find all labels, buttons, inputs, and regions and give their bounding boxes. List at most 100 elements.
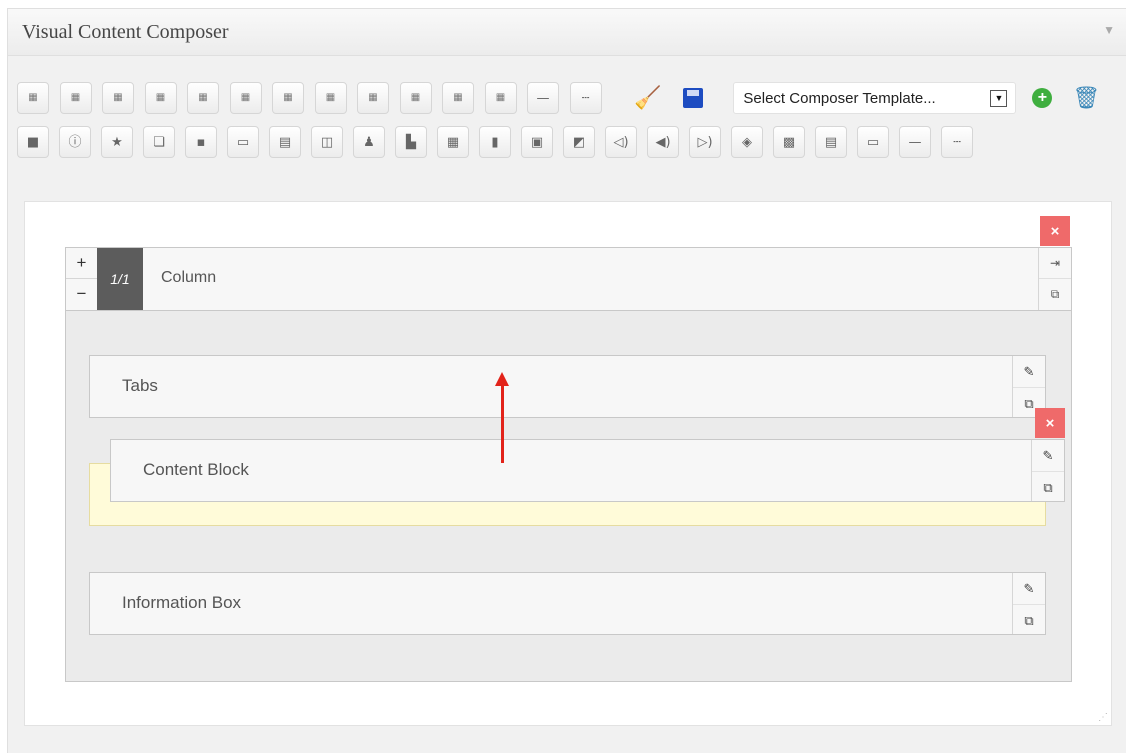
divider-dashed-icon: ┄ <box>953 134 961 150</box>
audio-left-icon: ◁) <box>613 134 629 150</box>
user-button[interactable]: ♟ <box>353 126 385 158</box>
edit-icon[interactable]: ✎ <box>1032 440 1064 472</box>
layout-5-col-button[interactable]: ▦ <box>187 82 219 114</box>
divider-solid-icon: — <box>536 90 550 106</box>
sidebar-button[interactable]: ◫ <box>311 126 343 158</box>
layout-7-col-button[interactable]: ▦ <box>272 82 304 114</box>
audio-left-button[interactable]: ◁) <box>605 126 637 158</box>
divider-solid-button[interactable]: — <box>527 82 559 114</box>
save-icon[interactable] <box>683 88 704 108</box>
block-actions: ✎ ⧉ <box>1012 573 1045 634</box>
gallery-button[interactable]: ◈ <box>731 126 763 158</box>
layout-2-col-button[interactable]: ▦ <box>59 82 92 114</box>
information-box-block[interactable]: Information Box ✎ ⧉ <box>89 572 1046 635</box>
edit-icon[interactable]: ✎ <box>1013 573 1045 605</box>
layout-4-col-button[interactable]: ▦ <box>144 82 177 114</box>
panel-button[interactable]: ▤ <box>269 126 301 158</box>
divider-solid-button[interactable]: — <box>899 126 931 158</box>
panel-title: Visual Content Composer <box>22 21 229 43</box>
content-block[interactable]: Content Block ✎ ⧉ <box>110 439 1065 502</box>
toolbar-row-elements: ■ ⓘ ★ ❏ ▪ ▭ ▤ ◫ ♟ ▙ ▦ ▮ ▣ ◩ ◁) ◀) ▷) ◈ ▩ ▤ ▭ — ┄ <box>17 126 983 158</box>
audio-right-button[interactable]: ▷) <box>689 126 721 158</box>
align-button[interactable]: ▙ <box>395 126 427 158</box>
layout-8-col-icon: ▦ <box>325 92 336 103</box>
edit-box-button[interactable]: ◩ <box>563 126 595 158</box>
trash-icon[interactable]: 🗑 <box>1072 85 1100 111</box>
increase-width-button[interactable]: + <box>66 248 97 279</box>
edit-icon[interactable]: ✎ <box>1013 356 1045 388</box>
tabs-block[interactable]: Tabs ✎ ⧉ <box>89 355 1046 418</box>
panel-icon: ▤ <box>278 134 292 150</box>
divider-dashed-button[interactable]: ┄ <box>569 82 602 114</box>
star-button[interactable]: ★ <box>101 126 133 158</box>
layout-8-col-button[interactable]: ▦ <box>314 82 347 114</box>
layout-3-col-button[interactable]: ▦ <box>102 82 134 114</box>
add-template-icon[interactable]: + <box>1032 88 1053 108</box>
column-width-badge: 1/1 <box>97 248 143 310</box>
layout-3-col-icon: ▦ <box>113 92 123 103</box>
document-icon: ▮ <box>491 134 499 150</box>
window-icon: ▣ <box>530 134 544 150</box>
clone-icon[interactable]: ⧉ <box>1039 279 1071 309</box>
clone-icon[interactable]: ⧉ <box>1032 472 1064 503</box>
divider-solid-icon: — <box>908 134 922 150</box>
layout-9-col-icon: ▦ <box>368 92 378 103</box>
layout-1-col-icon: ▦ <box>28 92 38 103</box>
template-select[interactable]: Select Composer Template... ▼ <box>733 82 1017 114</box>
layout-2-col-icon: ▦ <box>70 92 81 103</box>
resize-handle-icon[interactable]: ⋰ <box>1098 712 1108 723</box>
divider-dashed-button[interactable]: ┄ <box>941 126 973 158</box>
template-select-value: Select Composer Template... <box>743 89 936 107</box>
text-block-icon: ■ <box>26 134 40 150</box>
push-icon[interactable]: ⇥ <box>1039 248 1071 279</box>
align-icon: ▙ <box>406 134 416 150</box>
widget-button[interactable]: ▭ <box>227 126 259 158</box>
layout-12-col-button[interactable]: ▦ <box>484 82 517 114</box>
settings-box-button[interactable]: ▭ <box>857 126 889 158</box>
decrease-width-button[interactable]: − <box>66 279 97 309</box>
layout-12-col-icon: ▦ <box>495 92 506 103</box>
window-button[interactable]: ▣ <box>521 126 553 158</box>
audio-icon: ◀) <box>655 134 671 150</box>
stack-icon: ❏ <box>153 134 165 150</box>
text-block-button[interactable]: ■ <box>17 126 49 158</box>
info-icon: ⓘ <box>68 134 82 150</box>
layout-11-col-button[interactable]: ▦ <box>442 82 474 114</box>
triangle-down-icon[interactable]: ▼ <box>1103 23 1115 37</box>
media-button[interactable]: ▪ <box>185 126 217 158</box>
document-button[interactable]: ▮ <box>479 126 511 158</box>
layout-10-col-button[interactable]: ▦ <box>399 82 432 114</box>
audio-right-icon: ▷) <box>697 134 713 150</box>
block-label: Information Box <box>122 593 242 612</box>
star-icon: ★ <box>111 134 123 150</box>
image-icon: ▩ <box>782 134 796 150</box>
gallery-icon: ◈ <box>742 134 752 150</box>
delete-content-block-button[interactable]: × <box>1035 408 1065 438</box>
block-label: Tabs <box>122 376 158 395</box>
block-actions: ✎ ⧉ <box>1031 440 1064 501</box>
divider-dashed-icon: ┄ <box>581 90 590 106</box>
settings-box-icon: ▭ <box>866 134 880 150</box>
edit-box-icon: ◩ <box>572 134 586 150</box>
clone-icon[interactable]: ⧉ <box>1013 605 1045 636</box>
audio-button[interactable]: ◀) <box>647 126 679 158</box>
arrow-up-icon <box>495 372 509 386</box>
layout-1-col-button[interactable]: ▦ <box>17 82 49 114</box>
list-icon: ▤ <box>824 134 838 150</box>
table-button[interactable]: ▦ <box>437 126 469 158</box>
column-actions: ⇥ ⧉ <box>1038 248 1071 310</box>
stack-button[interactable]: ❏ <box>143 126 175 158</box>
image-button[interactable]: ▩ <box>773 126 805 158</box>
info-button[interactable]: ⓘ <box>59 126 91 158</box>
table-icon: ▦ <box>446 134 460 150</box>
widget-icon: ▭ <box>236 134 250 150</box>
broom-icon[interactable]: 🧹 <box>634 85 661 111</box>
delete-column-button[interactable]: × <box>1040 216 1070 246</box>
panel-header[interactable]: Visual Content Composer ▼ <box>8 9 1126 56</box>
layout-9-col-button[interactable]: ▦ <box>357 82 389 114</box>
column-label: Column <box>161 269 217 286</box>
list-button[interactable]: ▤ <box>815 126 847 158</box>
sidebar-icon: ◫ <box>320 134 334 150</box>
layout-6-col-button[interactable]: ▦ <box>229 82 262 114</box>
chevron-down-icon[interactable]: ▼ <box>990 89 1008 107</box>
